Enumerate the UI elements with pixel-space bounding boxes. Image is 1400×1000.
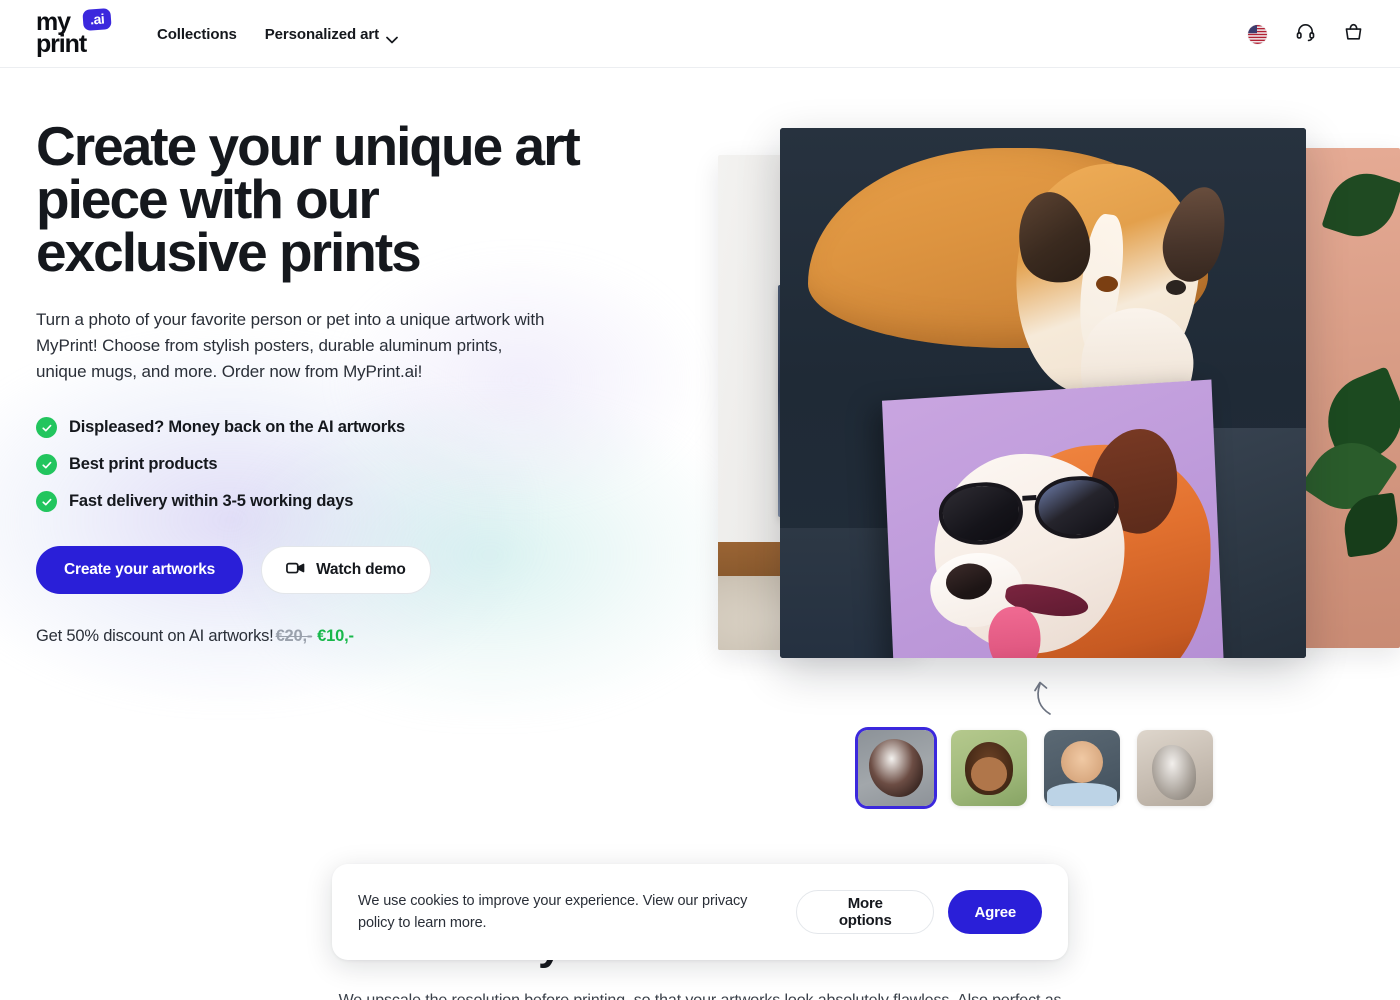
check-circle-icon xyxy=(36,454,57,475)
headset-support-icon xyxy=(1295,21,1316,47)
real-dog-eye-right xyxy=(1166,280,1186,295)
curved-arrow-up-icon xyxy=(1026,672,1066,718)
benefits-list: Displeased? Money back on the AI artwork… xyxy=(36,417,636,512)
shopping-bag-icon xyxy=(1343,21,1364,47)
support-button[interactable] xyxy=(1294,23,1316,45)
benefit-item: Best print products xyxy=(36,454,636,475)
sunglasses-lens-right xyxy=(1033,473,1121,542)
price-new: €10,- xyxy=(317,627,354,645)
nav-item-personalized-art[interactable]: Personalized art xyxy=(264,25,398,43)
logo-line-2: print xyxy=(36,30,87,58)
hero-subtitle: Turn a photo of your favorite person or … xyxy=(36,310,545,381)
page-title: Create your unique art piece with our ex… xyxy=(36,115,581,283)
thumbnail-man[interactable] xyxy=(1044,730,1120,806)
video-camera-icon xyxy=(286,561,305,580)
watch-demo-label: Watch demo xyxy=(316,561,406,578)
benefit-item: Fast delivery within 3-5 working days xyxy=(36,491,636,512)
nav-item-collections[interactable]: Collections xyxy=(157,26,237,43)
price-old: €20,- xyxy=(275,627,313,645)
discount-line: Get 50% discount on AI artworks! €20,- €10… xyxy=(36,627,636,646)
sunglasses-icon xyxy=(937,473,1130,548)
purple-canvas-artwork xyxy=(881,379,1225,658)
nav-item-collections-label: Collections xyxy=(157,25,237,43)
thumbnail-gallery xyxy=(858,730,1213,806)
check-circle-icon xyxy=(36,417,57,438)
hero-main-photo-dog-with-canvas xyxy=(780,128,1306,658)
page-root: my print .ai Collections Personalized ar… xyxy=(0,0,1400,1000)
benefit-label: Best print products xyxy=(69,455,218,473)
check-circle-icon xyxy=(36,491,57,512)
cta-row: Create your artworks Watch demo xyxy=(36,546,636,594)
agree-button[interactable]: Agree xyxy=(948,890,1042,934)
language-selector[interactable] xyxy=(1246,23,1268,45)
site-header: my print .ai Collections Personalized ar… xyxy=(0,0,1400,68)
watch-demo-button[interactable]: Watch demo xyxy=(261,546,431,594)
benefit-label: Fast delivery within 3-5 working days xyxy=(69,492,354,510)
logo[interactable]: my print .ai xyxy=(36,8,122,58)
cart-button[interactable] xyxy=(1342,23,1364,45)
cookie-banner-actions: More options Agree xyxy=(796,890,1042,934)
nav-item-personalized-art-label: Personalized art xyxy=(264,25,380,43)
chevron-down-icon xyxy=(386,31,398,43)
sunglasses-bridge xyxy=(1022,495,1037,501)
flag-us-icon xyxy=(1247,24,1267,44)
bottom-section-subtitle: We upscale the resolution before printin… xyxy=(0,992,1400,1000)
thumbnail-cat[interactable] xyxy=(1137,730,1213,806)
sunglasses-lens-left xyxy=(937,479,1025,548)
logo-ai-badge: .ai xyxy=(82,8,113,31)
hero-content: Create your unique art piece with our ex… xyxy=(36,115,636,646)
cookie-banner: We use cookies to improve your experienc… xyxy=(332,864,1068,960)
real-dog-eye-left xyxy=(1096,276,1118,292)
cookie-banner-text: We use cookies to improve your experienc… xyxy=(358,893,748,931)
more-options-button[interactable]: More options xyxy=(796,890,935,934)
main-nav: Collections Personalized art xyxy=(157,0,398,68)
create-artworks-button[interactable]: Create your artworks xyxy=(36,546,244,594)
benefit-item: Displeased? Money back on the AI artwork… xyxy=(36,417,636,438)
benefit-label: Displeased? Money back on the AI artwork… xyxy=(69,418,405,436)
header-actions xyxy=(1246,0,1364,68)
thumbnail-dog[interactable] xyxy=(858,730,934,806)
hero-image-stage xyxy=(700,120,1400,680)
thumbnail-child[interactable] xyxy=(951,730,1027,806)
discount-text: Get 50% discount on AI artworks! xyxy=(36,627,274,645)
